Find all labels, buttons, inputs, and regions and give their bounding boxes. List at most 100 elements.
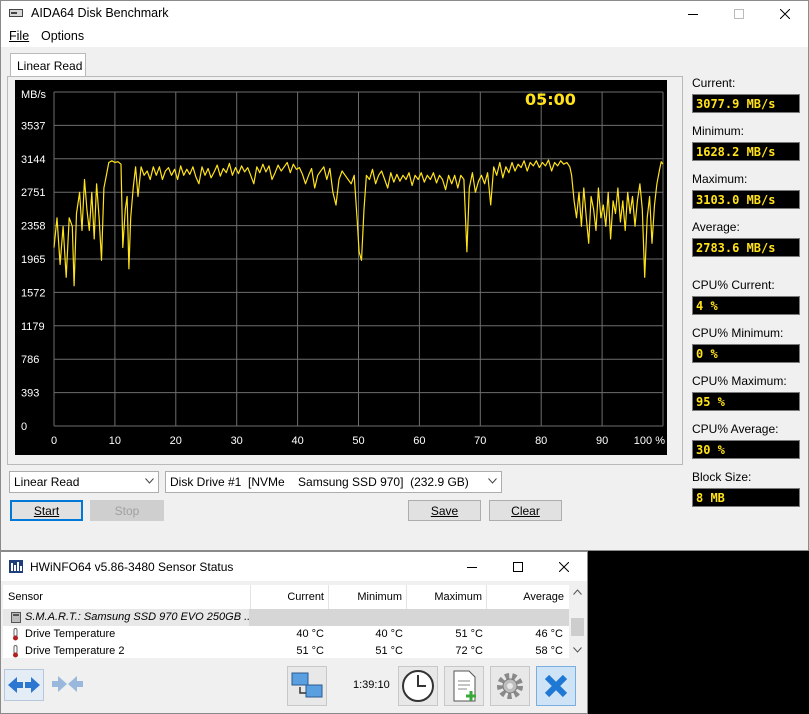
aida64-window: AIDA64 Disk Benchmark File Options Linea… xyxy=(0,0,809,551)
sensor-average: 46 °C xyxy=(535,628,563,640)
minimize-icon xyxy=(467,566,477,568)
hwinfo-app-icon xyxy=(9,560,23,573)
scrollbar-thumb[interactable] xyxy=(571,618,584,636)
sensor-average: 58 °C xyxy=(535,645,563,657)
gear-icon xyxy=(497,673,523,699)
network-button[interactable] xyxy=(287,666,327,706)
y-tick-label: 0 xyxy=(21,421,27,433)
x-tick-label: 10 xyxy=(109,435,121,447)
test-type-select[interactable]: Linear Read xyxy=(9,471,159,493)
clear-button[interactable]: Clear xyxy=(489,500,562,521)
menu-file[interactable]: File xyxy=(9,29,29,43)
network-computers-icon xyxy=(291,672,323,698)
cpu-current-value: 4 % xyxy=(692,296,800,315)
chevron-up-icon[interactable] xyxy=(573,589,582,595)
elapsed-timer: 05:00 xyxy=(525,90,576,109)
hwinfo-minimize-button[interactable] xyxy=(449,552,495,581)
x-tick-label: 100 % xyxy=(634,435,665,447)
sensor-table: Sensor Current Minimum Maximum Average S… xyxy=(3,585,569,658)
clock-icon xyxy=(402,670,434,702)
minimize-button[interactable] xyxy=(670,1,716,27)
menu-file-label: File xyxy=(9,29,30,43)
hwinfo-maximize-button[interactable] xyxy=(495,552,541,581)
disk-app-icon xyxy=(9,9,23,17)
table-row[interactable]: Drive Temperature 40 °C 40 °C 51 °C 46 °… xyxy=(3,626,569,643)
column-header-average[interactable]: Average xyxy=(487,585,569,609)
y-tick-label: 1965 xyxy=(21,254,45,266)
arrows-right-left-icon xyxy=(52,676,83,692)
block-size-value: 8 MB xyxy=(692,488,800,507)
hwinfo-close-button[interactable] xyxy=(541,552,587,581)
clear-label: Clear xyxy=(511,504,540,518)
hwinfo-title: HWiNFO64 v5.86-3480 Sensor Status xyxy=(30,560,234,574)
test-type-value: Linear Read xyxy=(14,475,80,489)
sensor-maximum: 51 °C xyxy=(455,628,483,640)
y-tick-label: 2751 xyxy=(21,187,45,199)
x-tick-label: 30 xyxy=(231,435,243,447)
drive-select[interactable]: Disk Drive #1 [NVMe Samsung SSD 970] (23… xyxy=(165,471,502,493)
menu-options[interactable]: Options xyxy=(41,29,84,43)
y-tick-label: 2358 xyxy=(21,221,45,233)
tab-linear-read[interactable]: Linear Read xyxy=(10,53,86,77)
vertical-scrollbar[interactable] xyxy=(569,585,586,658)
y-tick-label: 1179 xyxy=(21,321,45,333)
save-label: Save xyxy=(430,504,459,518)
benchmark-chart: MB/s 3537 3144 2751 2358 1965 1572 1179 786 393 0 0… xyxy=(15,80,667,455)
x-tick-label: 60 xyxy=(413,435,425,447)
column-header-sensor[interactable]: Sensor xyxy=(3,585,251,609)
menu-bar: File Options xyxy=(1,27,808,47)
hwinfo-title-bar: HWiNFO64 v5.86-3480 Sensor Status xyxy=(1,552,587,581)
x-tick-label: 50 xyxy=(352,435,364,447)
column-header-current[interactable]: Current xyxy=(251,585,329,609)
settings-button[interactable] xyxy=(490,666,530,706)
logging-button[interactable] xyxy=(444,666,484,706)
arrows-left-right-icon xyxy=(8,677,40,693)
maximum-value: 3103.0 MB/s xyxy=(692,190,800,209)
y-tick-label: 1572 xyxy=(21,287,45,299)
y-tick-label: 786 xyxy=(21,354,39,366)
chevron-down-icon xyxy=(488,478,497,484)
thermometer-icon xyxy=(13,645,18,658)
sensor-group-row[interactable]: S.M.A.R.T.: Samsung SSD 970 EVO 250GB ..… xyxy=(3,609,569,626)
start-button[interactable]: Start xyxy=(10,500,83,521)
cpu-average-value: 30 % xyxy=(692,440,800,459)
drive-icon xyxy=(11,612,21,623)
average-label: Average: xyxy=(692,220,740,234)
start-label: Start xyxy=(33,504,60,518)
table-row[interactable]: Drive Temperature 2 51 °C 51 °C 72 °C 58… xyxy=(3,643,569,660)
title-bar: AIDA64 Disk Benchmark xyxy=(1,1,808,27)
current-label: Current: xyxy=(692,76,736,90)
reset-timer-button[interactable] xyxy=(398,666,438,706)
navigate-both-button[interactable] xyxy=(4,669,44,701)
maximize-icon xyxy=(734,9,744,19)
sensor-minimum: 51 °C xyxy=(375,645,403,657)
minimize-icon xyxy=(688,14,698,15)
y-tick-label: 3537 xyxy=(21,120,45,132)
close-button[interactable] xyxy=(762,1,808,27)
x-tick-label: 20 xyxy=(170,435,182,447)
save-button[interactable]: Save xyxy=(408,500,481,521)
column-header-maximum[interactable]: Maximum xyxy=(407,585,487,609)
thermometer-icon xyxy=(13,628,18,641)
close-sensors-button[interactable] xyxy=(536,666,576,706)
stop-button[interactable]: Stop xyxy=(90,500,164,521)
y-axis-label: MB/s xyxy=(21,89,47,101)
x-tick-label: 40 xyxy=(291,435,303,447)
maximize-button[interactable] xyxy=(716,1,762,27)
maximum-label: Maximum: xyxy=(692,172,748,186)
minimum-label: Minimum: xyxy=(692,124,745,138)
block-size-label: Block Size: xyxy=(692,470,752,484)
cpu-maximum-value: 95 % xyxy=(692,392,800,411)
y-tick-label: 3144 xyxy=(21,154,45,166)
navigate-next-button[interactable] xyxy=(48,669,88,701)
close-x-icon xyxy=(544,674,568,698)
chevron-down-icon xyxy=(145,478,154,484)
close-icon xyxy=(780,9,790,19)
group-values-bar xyxy=(249,609,569,626)
column-header-minimum[interactable]: Minimum xyxy=(329,585,407,609)
close-icon xyxy=(559,561,569,572)
cpu-maximum-label: CPU% Maximum: xyxy=(692,374,787,388)
x-tick-label: 70 xyxy=(474,435,486,447)
chevron-down-icon[interactable] xyxy=(573,647,582,653)
sensor-current: 51 °C xyxy=(296,645,324,657)
